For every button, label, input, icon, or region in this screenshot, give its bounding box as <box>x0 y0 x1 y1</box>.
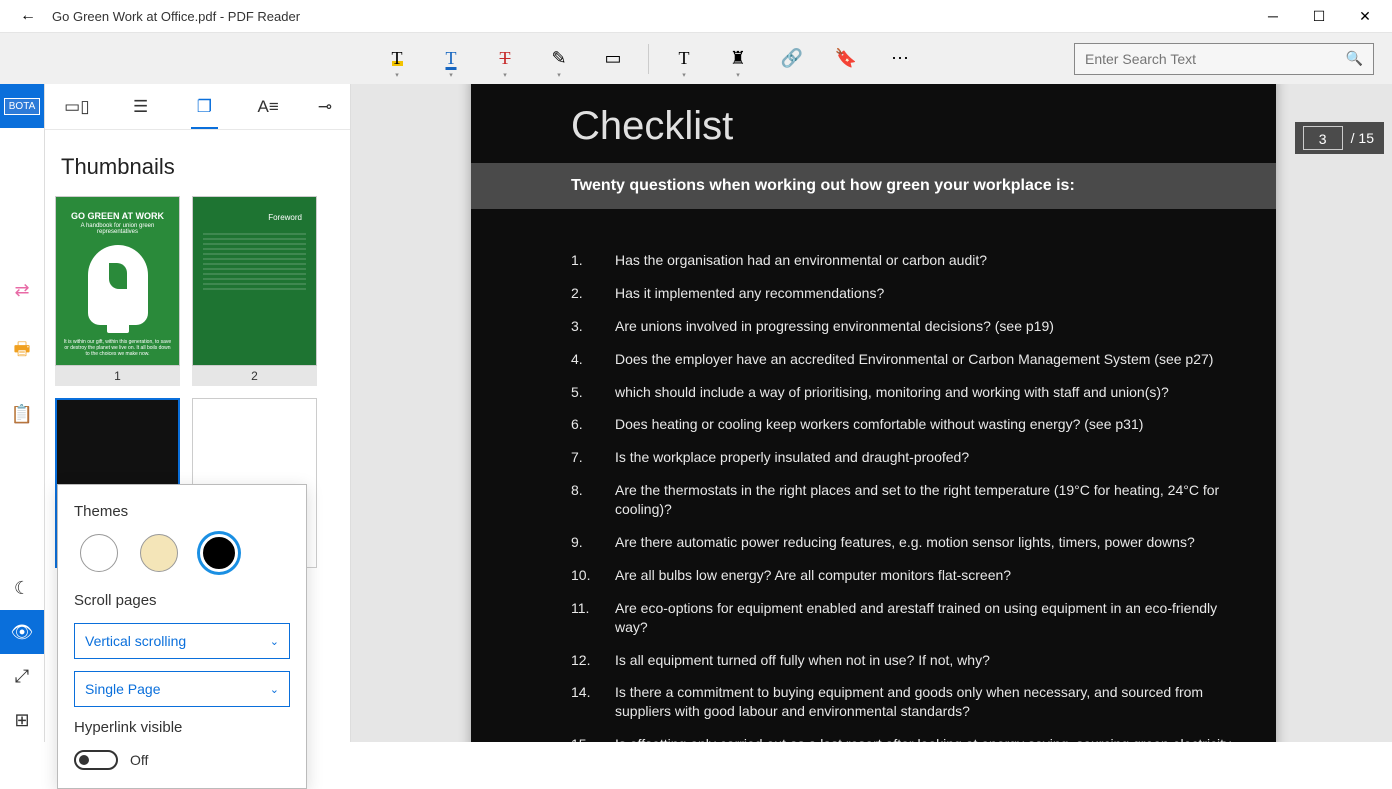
chevron-down-icon: ⌄ <box>270 683 279 696</box>
minimize-button[interactable]: ─ <box>1250 1 1296 31</box>
highlight-tool[interactable]: T▾ <box>370 37 424 81</box>
question-row: 11. Are eco-options for equipment enable… <box>571 599 1236 637</box>
question-row: 10. Are all bulbs low energy? Are all co… <box>571 566 1236 585</box>
underline-tool[interactable]: T▾ <box>424 37 478 81</box>
link-tool[interactable]: 🔗 <box>765 37 819 81</box>
toolbar: T▾ T▾ T▾ ✎▾ ▭ T▾ ♜▾ 🔗 🔖 ⋯ 🔍 <box>0 32 1392 84</box>
bookmark-tool[interactable]: 🔖 <box>819 37 873 81</box>
tab-thumbnails-icon[interactable]: ❐ <box>173 84 237 129</box>
more-tool[interactable]: ⋯ <box>873 37 927 81</box>
close-button[interactable]: ✕ <box>1342 1 1388 31</box>
back-button[interactable]: ← <box>4 7 52 25</box>
question-row: 4. Does the employer have an accredited … <box>571 350 1236 369</box>
view-settings-popup: Themes Scroll pages Vertical scrolling⌄ … <box>57 484 307 789</box>
question-row: 3.Are unions involved in progressing env… <box>571 317 1236 336</box>
question-row: 7.Is the workplace properly insulated an… <box>571 448 1236 467</box>
sidebar-heading: Thumbnails <box>45 130 350 196</box>
theme-black[interactable] <box>200 534 238 572</box>
scroll-label: Scroll pages <box>74 592 290 609</box>
window-title: Go Green Work at Office.pdf - PDF Reader <box>52 9 1250 24</box>
thumbnail-2[interactable]: Foreword 2 <box>192 196 317 386</box>
scroll-mode-select[interactable]: Vertical scrolling⌄ <box>74 623 290 659</box>
rail-view-icon[interactable]: 👁 <box>0 610 44 654</box>
sidebar-tabs: ▭▯ ☰ ❐ A≡ ⊸ <box>45 84 350 130</box>
question-row: 9.Are there automatic power reducing fea… <box>571 533 1236 552</box>
question-row: 6.Does heating or cooling keep workers c… <box>571 415 1236 434</box>
pdf-page: Checklist Twenty questions when working … <box>471 84 1276 742</box>
strikethrough-tool[interactable]: T▾ <box>478 37 532 81</box>
question-row: 8. Are the thermostats in the right plac… <box>571 481 1236 519</box>
page-indicator: 3 / 15 <box>1295 122 1384 154</box>
search-icon[interactable]: 🔍 <box>1346 50 1363 67</box>
stamp-tool[interactable]: ♜▾ <box>711 37 765 81</box>
chevron-down-icon: ⌄ <box>270 635 279 648</box>
document-area[interactable]: Checklist Twenty questions when working … <box>351 84 1392 742</box>
themes-label: Themes <box>74 503 290 520</box>
search-box[interactable]: 🔍 <box>1074 43 1374 75</box>
titlebar: ← Go Green Work at Office.pdf - PDF Read… <box>0 0 1392 32</box>
thumbnail-1[interactable]: GO GREEN AT WORK A handbook for union gr… <box>55 196 180 386</box>
question-list: 1.Has the organisation had an environmen… <box>471 251 1276 742</box>
theme-white[interactable] <box>80 534 118 572</box>
tab-pin-icon[interactable]: ⊸ <box>300 84 350 129</box>
tab-text-icon[interactable]: A≡ <box>236 84 300 129</box>
question-row: 14. Is there a commitment to buying equi… <box>571 683 1236 721</box>
left-rail: BOTA ⇄ 🖶 📋 ☾ 👁 ⤢ ⊞ <box>0 84 44 742</box>
total-pages: / 15 <box>1351 130 1374 146</box>
hyperlink-toggle[interactable] <box>74 750 118 770</box>
question-row: 12. Is all equipment turned off fully wh… <box>571 651 1236 670</box>
doc-subtitle: Twenty questions when working out how gr… <box>471 163 1276 209</box>
question-row: 2.Has it implemented any recommendations… <box>571 284 1236 303</box>
toggle-state-label: Off <box>130 752 148 768</box>
rail-fax-icon[interactable]: 🖶 <box>0 330 44 374</box>
sidebar: ▭▯ ☰ ❐ A≡ ⊸ Thumbnails GO GREEN AT WORK … <box>44 84 351 742</box>
rail-bota-button[interactable]: BOTA <box>0 84 44 128</box>
ink-tool[interactable]: ✎▾ <box>532 37 586 81</box>
question-row: 5.which should include a way of prioriti… <box>571 383 1236 402</box>
search-input[interactable] <box>1085 51 1346 67</box>
text-tool[interactable]: T▾ <box>657 37 711 81</box>
note-tool[interactable]: ▭ <box>586 37 640 81</box>
maximize-button[interactable]: ☐ <box>1296 1 1342 31</box>
rail-grid-icon[interactable]: ⊞ <box>0 698 44 742</box>
question-row: 1.Has the organisation had an environmen… <box>571 251 1236 270</box>
hyperlink-label: Hyperlink visible <box>74 719 290 736</box>
theme-sepia[interactable] <box>140 534 178 572</box>
page-mode-select[interactable]: Single Page⌄ <box>74 671 290 707</box>
rail-night-icon[interactable]: ☾ <box>0 566 44 610</box>
doc-title: Checklist <box>471 84 1276 163</box>
current-page-input[interactable]: 3 <box>1303 126 1343 150</box>
tab-outline-icon[interactable]: ▭▯ <box>45 84 109 129</box>
question-row: 15. Is offsetting only carried out as a … <box>571 735 1236 742</box>
rail-undo-redo-icon[interactable]: ⇄ <box>0 268 44 312</box>
rail-fullscreen-icon[interactable]: ⤢ <box>0 654 44 698</box>
toolbar-divider <box>648 44 649 74</box>
tab-list-icon[interactable]: ☰ <box>109 84 173 129</box>
rail-form-icon[interactable]: 📋 <box>0 392 44 436</box>
